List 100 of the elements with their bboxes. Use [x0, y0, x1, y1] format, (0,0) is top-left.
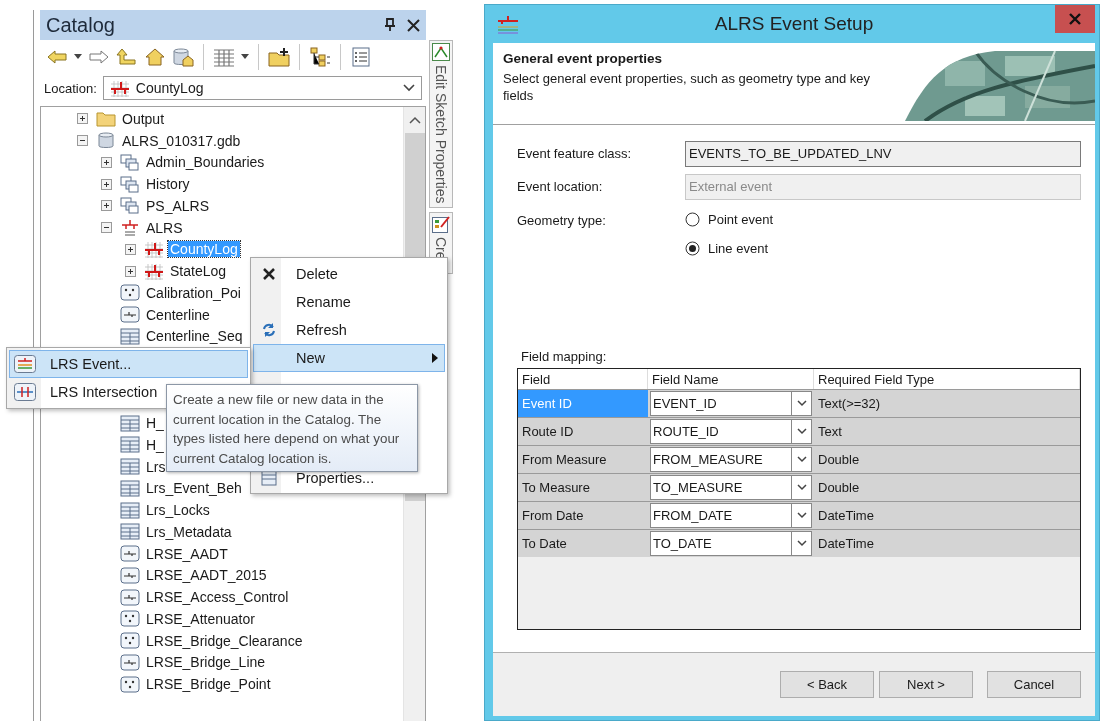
chevron-down-icon — [796, 400, 807, 407]
radio-label: Line event — [708, 241, 768, 256]
home-icon[interactable] — [144, 47, 166, 67]
chevron-down-icon — [796, 540, 807, 547]
collapse-icon[interactable] — [77, 135, 88, 147]
tree-item[interactable]: Admin_Boundaries — [144, 154, 267, 171]
tree-item[interactable]: H_ — [144, 415, 166, 432]
tree-item[interactable]: StateLog — [168, 263, 229, 280]
line-layer-icon — [120, 653, 140, 671]
field-dropdown[interactable]: TO_MEASURE — [650, 475, 812, 500]
forward-arrow-icon[interactable] — [88, 47, 110, 67]
tree-item[interactable]: Lrs — [144, 458, 168, 475]
tree-view-icon[interactable] — [309, 47, 331, 67]
radio-label: Point event — [708, 212, 774, 227]
line-layer-icon — [120, 545, 140, 563]
tree-item[interactable]: Lrs_Event_Beh — [144, 480, 244, 497]
table-icon — [120, 479, 140, 497]
chevron-down-icon — [403, 84, 415, 92]
field-dropdown[interactable]: EVENT_ID — [650, 391, 812, 416]
table-cell[interactable]: From Date — [518, 502, 648, 529]
location-dropdown[interactable]: CountyLog — [102, 76, 422, 100]
expand-icon[interactable] — [125, 265, 136, 277]
field-dropdown[interactable]: ROUTE_ID — [650, 419, 812, 444]
tree-item[interactable]: LRSE_Bridge_Line — [144, 654, 268, 671]
table-cell-text: Double — [817, 479, 861, 497]
radio-option[interactable]: Line event — [685, 238, 774, 259]
grid-icon — [144, 240, 164, 258]
expand-icon[interactable] — [101, 156, 112, 168]
expand-icon[interactable] — [125, 243, 136, 255]
field-dropdown[interactable]: TO_DATE — [650, 531, 812, 556]
tree-item[interactable]: LRSE_AADT — [144, 545, 230, 562]
chevron-down-icon — [796, 512, 807, 519]
event-icon — [14, 355, 36, 373]
tree-item[interactable]: ALRS — [144, 219, 185, 236]
back-arrow-icon[interactable] — [46, 47, 68, 67]
up-folder-icon[interactable] — [116, 47, 138, 67]
tree-item[interactable]: LRSE_Attenuator — [144, 610, 257, 627]
pin-icon[interactable] — [383, 18, 397, 32]
table-cell-text: DateTime — [817, 535, 875, 553]
radio-icon[interactable] — [685, 241, 700, 256]
line-layer-icon — [120, 566, 140, 584]
list-view-icon[interactable] — [350, 47, 372, 67]
table-cell[interactable]: To Measure — [518, 474, 648, 501]
wizard-button[interactable]: Next > — [879, 671, 973, 698]
tree-item[interactable]: LRSE_Bridge_Clearance — [144, 632, 305, 649]
table-cell[interactable]: Route ID — [518, 418, 648, 445]
field-dropdown[interactable]: FROM_DATE — [650, 503, 812, 528]
expand-icon[interactable] — [101, 178, 112, 190]
radio-option[interactable]: Point event — [685, 209, 774, 230]
section-description: Select general event properties, such as geometry type and key fields — [503, 70, 872, 104]
caret-icon[interactable] — [74, 54, 82, 60]
tree-item[interactable]: LRSE_Bridge_Point — [144, 676, 273, 693]
side-tab[interactable]: Edit Sketch Properties — [429, 40, 453, 208]
menu-item[interactable]: Refresh — [253, 316, 445, 344]
radio-icon[interactable] — [685, 212, 700, 227]
tree-item[interactable]: PS_ALRS — [144, 197, 212, 214]
close-icon[interactable] — [407, 18, 420, 32]
connect-folder-icon[interactable] — [268, 47, 290, 67]
wizard-button[interactable]: Cancel — [987, 671, 1081, 698]
section-title: General event properties — [503, 51, 664, 66]
dataset-icon — [120, 153, 140, 171]
tree-item[interactable]: H_ — [144, 436, 166, 453]
menu-item[interactable]: New — [253, 344, 445, 372]
folder-icon — [96, 110, 116, 128]
field-dropdown[interactable]: FROM_MEASURE — [650, 447, 812, 472]
close-icon — [262, 267, 276, 281]
menu-item[interactable]: Rename — [253, 288, 445, 316]
field-label: Event feature class: — [517, 146, 633, 161]
tree-item[interactable]: Lrs_Metadata — [144, 523, 234, 540]
table-cell[interactable]: To Date — [518, 530, 648, 557]
caret-icon[interactable] — [241, 54, 249, 60]
table-cell-text: DateTime — [817, 507, 875, 525]
table-cell-text: Text — [817, 423, 843, 441]
table-icon — [120, 458, 140, 476]
refresh-icon — [261, 322, 277, 338]
text-field[interactable]: EVENTS_TO_BE_UPDATED_LNV — [685, 140, 1081, 167]
close-button[interactable] — [1055, 5, 1095, 33]
tree-item[interactable]: Output — [120, 110, 167, 127]
wizard-button[interactable]: < Back — [780, 671, 874, 698]
menu-item[interactable]: LRS Event... — [9, 350, 248, 378]
tree-item[interactable]: LRSE_AADT_2015 — [144, 567, 269, 584]
expand-icon[interactable] — [77, 113, 88, 125]
table-icon — [120, 523, 140, 541]
tree-item[interactable]: History — [144, 176, 192, 193]
collapse-icon[interactable] — [101, 222, 112, 234]
expand-icon[interactable] — [101, 200, 112, 212]
home-database-icon[interactable] — [172, 47, 194, 67]
tree-item[interactable]: Calibration_Poi — [144, 284, 243, 301]
tree-item[interactable]: Lrs_Locks — [144, 502, 212, 519]
point-layer-icon — [120, 284, 140, 302]
field-label: Event location: — [517, 179, 604, 194]
grid-view-icon[interactable] — [213, 47, 235, 67]
template-icon — [432, 215, 450, 233]
tree-item[interactable]: Centerline_Seq — [144, 328, 245, 345]
intersection-icon — [14, 383, 36, 401]
tree-item[interactable]: ALRS_010317.gdb — [120, 132, 243, 149]
tree-item[interactable]: Centerline — [144, 306, 212, 323]
grid-icon — [109, 79, 130, 97]
table-cell[interactable]: From Measure — [518, 446, 648, 473]
tree-item[interactable]: LRSE_Access_Control — [144, 589, 291, 606]
